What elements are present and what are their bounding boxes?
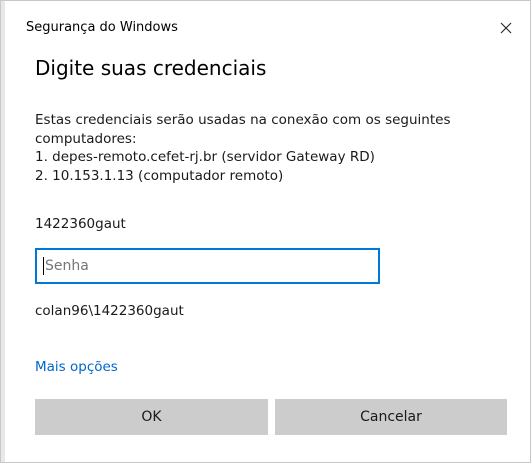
cancel-button[interactable]: Cancelar <box>275 399 507 435</box>
text-caret <box>43 257 44 275</box>
credentials-dialog: Segurança do Windows Digite suas credenc… <box>0 0 531 463</box>
message-line: 2. 10.153.1.13 (computador remoto) <box>35 167 284 184</box>
password-field[interactable] <box>35 248 380 284</box>
dialog-message: Estas credenciais serão usadas na conexã… <box>35 111 505 185</box>
domain-user-label: colan96\1422360gaut <box>35 303 184 319</box>
ok-button[interactable]: OK <box>35 399 268 435</box>
message-line: 1. depes-remoto.cefet-rj.br (servidor Ga… <box>35 149 375 165</box>
message-line: Estas credenciais serão usadas na conexã… <box>35 112 451 128</box>
window-edge <box>1 1 5 462</box>
more-options-link[interactable]: Mais opções <box>35 359 118 375</box>
close-icon <box>500 22 512 34</box>
window-title: Segurança do Windows <box>26 20 178 35</box>
dialog-heading: Digite suas credenciais <box>35 56 267 80</box>
message-line: computadores: <box>35 130 137 147</box>
close-button[interactable] <box>493 15 519 41</box>
username-label: 1422360gaut <box>35 216 126 232</box>
